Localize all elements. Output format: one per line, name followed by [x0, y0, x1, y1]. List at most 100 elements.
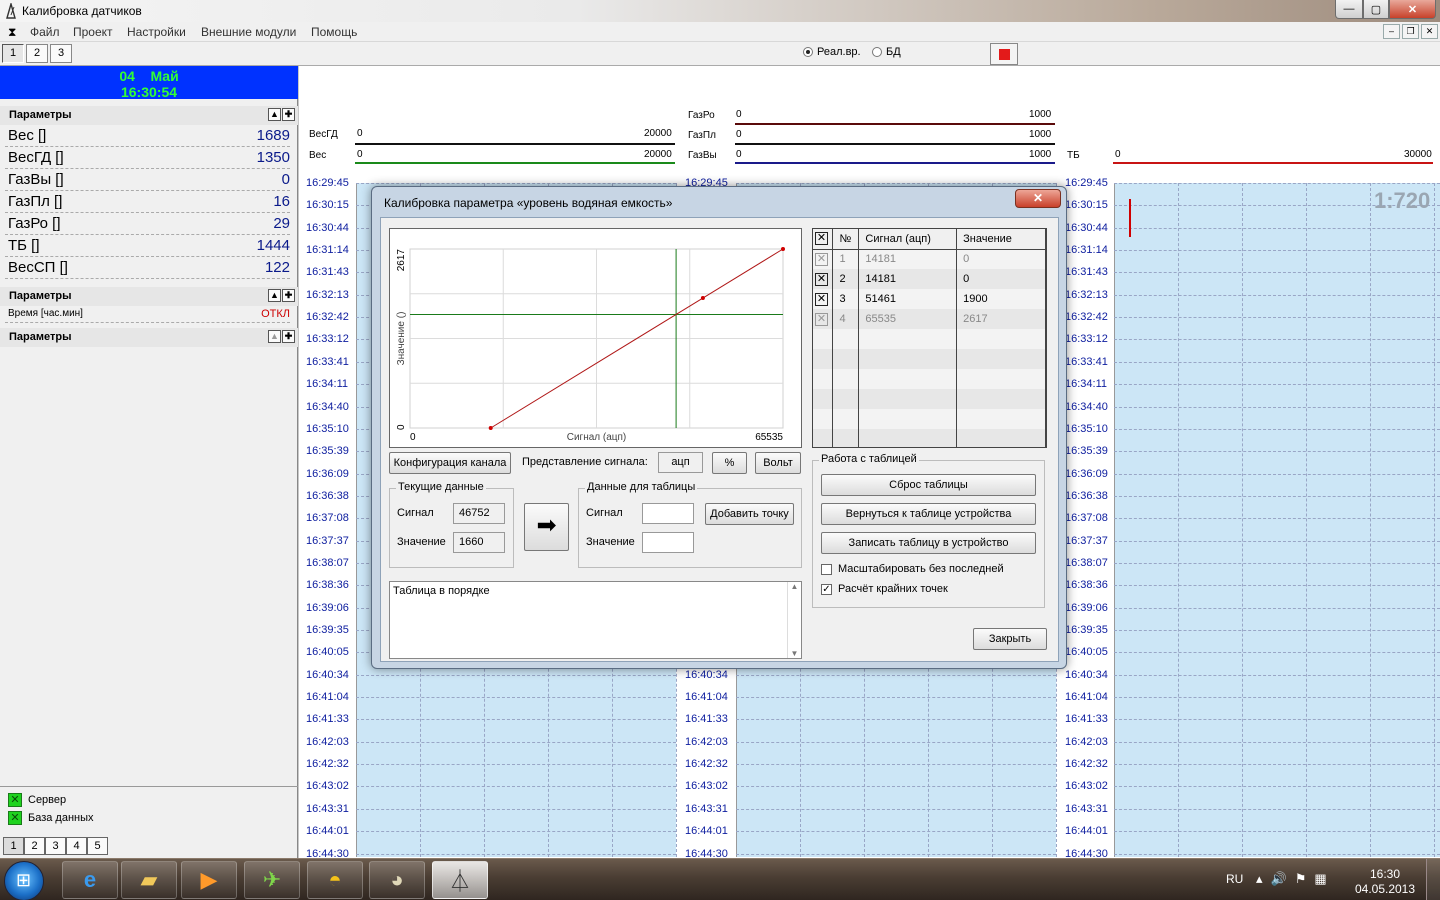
ie-button[interactable]: e [62, 861, 118, 899]
param-row[interactable]: ВесСП [] 122 [5, 257, 290, 279]
param-row[interactable]: ГазПл [] 16 [5, 191, 290, 213]
menu-file[interactable]: Файл [30, 25, 60, 39]
grid-line-horizontal [1114, 808, 1440, 810]
close-dialog-button[interactable]: Закрыть [973, 628, 1047, 650]
maximize-button[interactable]: ▢ [1363, 0, 1389, 19]
dialog-close-button[interactable]: ✕ [1015, 189, 1061, 208]
tab-3[interactable]: 3 [50, 44, 72, 63]
trend-strip-3[interactable] [1114, 183, 1440, 857]
row-checkbox[interactable]: ✕ [815, 272, 828, 286]
menu-project[interactable]: Проект [73, 25, 113, 39]
bottom-tab-4[interactable]: 4 [66, 837, 87, 855]
bottom-tab-5[interactable]: 5 [87, 837, 108, 855]
table-row[interactable]: ✕ 3 51461 1900 [813, 289, 1046, 309]
table-value-input[interactable] [642, 532, 694, 553]
language-indicator[interactable]: RU [1226, 872, 1243, 886]
close-button[interactable]: ✕ [1389, 0, 1436, 19]
tab-1[interactable]: 1 [2, 44, 24, 63]
signal-repr-field[interactable]: ацп [658, 452, 703, 473]
calibration-app-button[interactable]: ⏃ [432, 861, 488, 899]
table-row[interactable] [813, 329, 1046, 349]
add-icon[interactable]: ✚ [282, 108, 295, 121]
add-point-button[interactable]: Добавить точку [705, 503, 794, 525]
calc-edge-points-checkbox[interactable]: ✓ Расчёт крайних точек [821, 583, 948, 595]
media-player-button[interactable]: ▶ [181, 861, 237, 899]
group-header-3[interactable]: Параметры ▲ ✚ [0, 328, 298, 347]
network-icon[interactable]: ▦ [1314, 871, 1326, 887]
param-row[interactable]: ГазВы [] 0 [5, 169, 290, 191]
volt-button[interactable]: Вольт [755, 452, 801, 474]
menu-settings[interactable]: Настройки [127, 25, 186, 39]
row-checkbox[interactable]: ✕ [815, 252, 828, 266]
grid-line-horizontal [736, 853, 1056, 855]
group-header-1[interactable]: Параметры ▲ ✚ [0, 106, 298, 125]
scale-min: 0 [736, 109, 742, 120]
y-tick-label: 2617 [396, 249, 407, 272]
param-row[interactable]: ВесГД [] 1350 [5, 147, 290, 169]
param-row[interactable]: ГазРо [] 29 [5, 213, 290, 235]
scroll-down-icon[interactable]: ▼ [788, 649, 801, 658]
status-memo[interactable]: Таблица в порядке ▲ ▼ [389, 581, 802, 659]
scroll-up-icon[interactable]: ▲ [788, 582, 801, 591]
memo-scrollbar[interactable]: ▲ ▼ [787, 582, 801, 658]
bottom-tab-3[interactable]: 3 [45, 837, 66, 855]
hourglass-icon[interactable]: ⧗ [8, 25, 16, 40]
menu-help[interactable]: Помощь [311, 25, 357, 39]
bottom-tab-2[interactable]: 2 [24, 837, 45, 855]
stop-record-button[interactable] [990, 43, 1018, 65]
percent-button[interactable]: % [712, 452, 747, 474]
row-checkbox[interactable]: ✕ [815, 312, 828, 326]
start-button[interactable]: ⊞ [4, 861, 44, 900]
time-label: 16:33:12 [1065, 333, 1108, 346]
reset-table-button[interactable]: Сброс таблицы [821, 474, 1036, 496]
transfer-arrow-button[interactable]: ➡ [524, 503, 569, 551]
tab-2[interactable]: 2 [26, 44, 48, 63]
config-channel-button[interactable]: Конфигурация канала [389, 452, 511, 474]
clock[interactable]: 16:30 04.05.2013 [1354, 867, 1416, 897]
action-center-icon[interactable]: ⚑ [1295, 871, 1307, 887]
volume-icon[interactable]: 🔊 [1271, 871, 1287, 887]
collapse-up-icon[interactable]: ▲ [268, 108, 281, 121]
radio-db[interactable]: БД [872, 46, 901, 58]
menu-external-modules[interactable]: Внешние модули [201, 25, 296, 39]
scale-without-last-checkbox[interactable]: Масштабировать без последней [821, 563, 1004, 575]
table-signal-input[interactable] [642, 503, 694, 524]
minimize-button[interactable]: — [1335, 0, 1363, 19]
collapse-up-icon[interactable]: ▲ [268, 289, 281, 302]
bottom-tab-1[interactable]: 1 [3, 837, 24, 855]
table-row[interactable] [813, 429, 1046, 447]
row-checkbox[interactable]: ✕ [815, 292, 828, 306]
write-table-button[interactable]: Записать таблицу в устройство [821, 532, 1036, 554]
app-button-1[interactable]: ✈ [244, 861, 300, 899]
show-hidden-icons-icon[interactable]: ▴ [1256, 871, 1263, 887]
time-scale-ratio[interactable]: 1:720 [1374, 188, 1430, 214]
table-row[interactable] [813, 369, 1046, 389]
group-header-2[interactable]: Параметры ▲ ✚ [0, 287, 298, 306]
mdi-minimize-button[interactable]: – [1383, 24, 1400, 39]
calibration-table[interactable]: ✕ № Сигнал (ацп) Значение ✕ 1 14181 0 ✕ 2 1418… [812, 228, 1047, 448]
table-row[interactable]: ✕ 1 14181 0 [813, 249, 1046, 269]
table-row[interactable] [813, 349, 1046, 369]
table-row[interactable] [813, 389, 1046, 409]
table-row[interactable] [813, 409, 1046, 429]
show-desktop-button[interactable] [1426, 859, 1440, 900]
table-row[interactable]: ✕ 2 14181 0 [813, 269, 1046, 289]
param-row[interactable]: ТБ [] 1444 [5, 235, 290, 257]
radio-realtime[interactable]: Реал.вр. [803, 46, 861, 58]
collapse-up-icon[interactable]: ▲ [268, 330, 281, 343]
mdi-restore-button[interactable]: ❐ [1402, 24, 1419, 39]
param-row[interactable]: Время [час.мин] ОТКЛ [5, 306, 290, 323]
add-icon[interactable]: ✚ [282, 289, 295, 302]
select-all-checkbox[interactable]: ✕ [815, 232, 828, 246]
paint-button[interactable]: ◕ [369, 861, 425, 899]
param-row[interactable]: Вес [] 1689 [5, 125, 290, 147]
table-row[interactable]: ✕ 4 65535 2617 [813, 309, 1046, 329]
add-icon[interactable]: ✚ [282, 330, 295, 343]
app-button-2[interactable]: ◓ [307, 861, 363, 899]
return-device-table-button[interactable]: Вернуться к таблице устройства [821, 503, 1036, 525]
explorer-button[interactable]: ▰ [121, 861, 177, 899]
grid-line-horizontal [356, 808, 676, 810]
grid-line-horizontal [356, 674, 676, 676]
mdi-close-button[interactable]: ✕ [1421, 24, 1438, 39]
data-point [488, 426, 493, 430]
